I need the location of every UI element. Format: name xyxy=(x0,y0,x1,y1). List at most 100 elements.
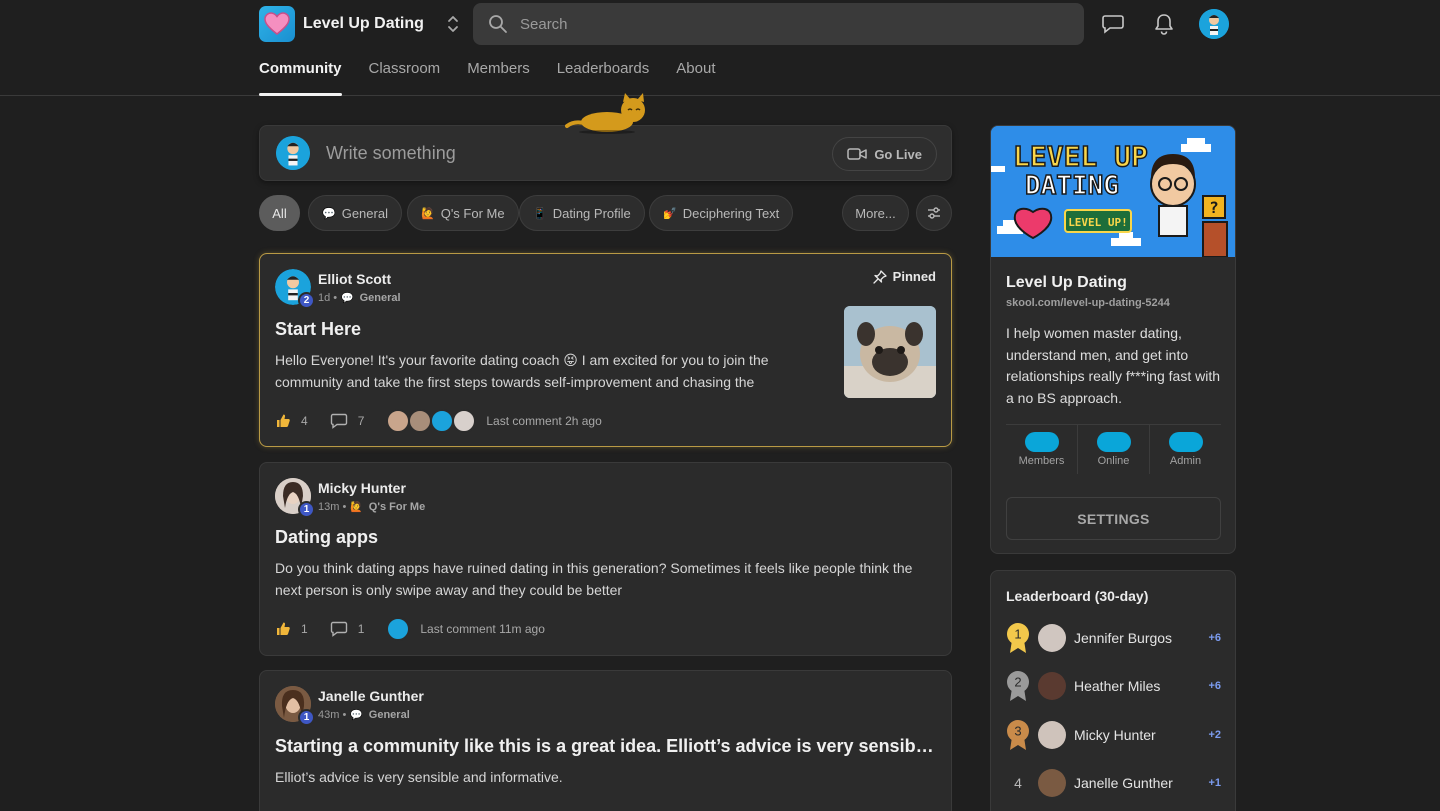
composer-placeholder[interactable]: Write something xyxy=(326,143,456,164)
stat-label: Online xyxy=(1097,455,1130,467)
author-name[interactable]: Micky Hunter xyxy=(318,480,406,496)
post-category[interactable]: Q's For Me xyxy=(369,501,425,513)
comment-count: 7 xyxy=(357,414,365,428)
switch-community-icon[interactable] xyxy=(446,13,460,35)
chat-button[interactable] xyxy=(1101,12,1125,36)
banner-badge-text: LEVEL UP! xyxy=(1068,216,1128,229)
post-time: 1d xyxy=(318,292,331,304)
post-category[interactable]: General xyxy=(360,292,401,304)
commenter-avatar[interactable] xyxy=(408,409,433,433)
brand[interactable]: Level Up Dating xyxy=(259,6,460,42)
composer-avatar xyxy=(276,136,310,170)
nail-polish-icon: 💅 xyxy=(663,207,677,220)
comment-icon xyxy=(330,413,347,429)
tab-community[interactable]: Community xyxy=(259,60,342,96)
leaderboard-title[interactable]: Leaderboard (30-day) xyxy=(1006,588,1148,604)
speech-bubble-icon: 💬 xyxy=(350,709,363,721)
separator: • xyxy=(330,292,338,304)
leaderboard-row[interactable]: 2 Heather Miles +6 xyxy=(1006,670,1221,702)
group-name[interactable]: Level Up Dating xyxy=(1006,274,1127,292)
search-input[interactable] xyxy=(520,15,1020,33)
filter-all[interactable]: All xyxy=(259,195,300,231)
commenter-avatar[interactable] xyxy=(430,409,455,433)
pin-icon xyxy=(873,269,887,284)
post-card[interactable]: 2 Elliot Scott 1d • 💬 General Pinned Sta… xyxy=(259,253,952,447)
leaderboard-card: Leaderboard (30-day) 1 Jennifer Burgos +… xyxy=(990,570,1236,811)
speech-bubble-icon: 💬 xyxy=(341,292,354,304)
tab-leaderboards[interactable]: Leaderboards xyxy=(557,60,650,96)
stat-members[interactable]: Members xyxy=(1006,425,1077,474)
filter-qs-for-me[interactable]: 🙋 Q's For Me xyxy=(407,195,519,231)
post-body[interactable]: Hello Everyone! It's your favorite datin… xyxy=(275,349,815,393)
leaderboard-row[interactable]: 1 Jennifer Burgos +6 xyxy=(1006,622,1221,654)
level-badge: 1 xyxy=(298,709,315,726)
stat-admin[interactable]: Admin xyxy=(1149,425,1221,474)
leaderboard-row[interactable]: 4 Janelle Gunther +1 xyxy=(1006,767,1221,799)
level-badge: 2 xyxy=(298,292,315,309)
filter-more[interactable]: More... xyxy=(842,195,909,231)
filter-deciphering-text[interactable]: 💅 Deciphering Text xyxy=(649,195,794,231)
tab-classroom[interactable]: Classroom xyxy=(369,60,441,96)
post-card[interactable]: 1 Micky Hunter 13m • 🙋 Q's For Me Dating… xyxy=(259,462,952,656)
banner-title-line-1: LEVEL UP xyxy=(1013,140,1148,173)
avatar-image xyxy=(1199,9,1229,39)
search-icon xyxy=(489,15,507,33)
post-title[interactable]: Dating apps xyxy=(275,527,378,548)
tab-members[interactable]: Members xyxy=(467,60,530,96)
leaderboard-row[interactable]: 3 Micky Hunter +2 xyxy=(1006,719,1221,751)
post-card[interactable]: 1 Janelle Gunther 43m • 💬 General Starti… xyxy=(259,670,952,811)
leaderboard-name: Heather Miles xyxy=(1074,678,1161,694)
leaderboard-rank: 1 xyxy=(1014,627,1021,642)
post-title[interactable]: Starting a community like this is a grea… xyxy=(275,736,935,757)
stat-value-redacted xyxy=(1096,432,1131,452)
post-meta: 43m • 💬 General xyxy=(318,709,410,721)
leaderboard-name: Jennifer Burgos xyxy=(1074,630,1173,646)
phone-icon: 📱 xyxy=(533,207,547,220)
notifications-button[interactable] xyxy=(1152,12,1176,36)
group-stats: Members Online Admin xyxy=(1006,424,1221,474)
stat-online[interactable]: Online xyxy=(1077,425,1149,474)
group-url[interactable]: skool.com/level-up-dating-5244 xyxy=(1006,297,1170,309)
filter-general[interactable]: 💬 General xyxy=(308,195,402,231)
filter-dating-profile[interactable]: 📱 Dating Profile xyxy=(519,195,645,231)
comments-button[interactable] xyxy=(330,413,348,429)
settings-button[interactable]: SETTINGS xyxy=(1006,497,1221,540)
stat-value-redacted xyxy=(1024,432,1059,452)
like-button[interactable] xyxy=(275,413,291,429)
commenter-avatar[interactable] xyxy=(452,409,477,433)
post-body[interactable]: Do you think dating apps have ruined dat… xyxy=(275,557,940,601)
gold-medal-icon: 1 xyxy=(1007,623,1029,653)
search-bar[interactable] xyxy=(473,3,1084,45)
brand-logo[interactable] xyxy=(259,6,295,42)
heart-icon xyxy=(264,12,290,35)
post-body[interactable]: Elliot’s advice is very sensible and inf… xyxy=(275,766,940,788)
stat-value-redacted xyxy=(1168,432,1203,452)
group-description: I help women master dating, understand m… xyxy=(1006,325,1220,406)
author-name[interactable]: Elliot Scott xyxy=(318,271,391,287)
author-name[interactable]: Janelle Gunther xyxy=(318,688,424,704)
stat-label: Members xyxy=(1018,455,1065,467)
raised-hand-icon: 🙋 xyxy=(350,501,363,513)
like-button[interactable] xyxy=(275,621,291,637)
comments-button[interactable] xyxy=(330,621,348,637)
post-time: 43m xyxy=(318,709,340,721)
thumbs-up-icon xyxy=(277,414,290,427)
commenter-avatar[interactable] xyxy=(386,617,411,641)
go-live-button[interactable]: Go Live xyxy=(832,137,937,171)
post-category[interactable]: General xyxy=(369,709,410,721)
tab-about[interactable]: About xyxy=(676,60,715,96)
brand-name[interactable]: Level Up Dating xyxy=(303,15,424,33)
user-avatar[interactable] xyxy=(1199,9,1229,39)
like-count: 4 xyxy=(301,414,308,428)
filter-settings-button[interactable] xyxy=(916,195,952,231)
thumbs-up-icon xyxy=(277,622,290,635)
post-thumbnail[interactable] xyxy=(844,306,936,398)
post-footer: 4 7 Last comment 2h ago xyxy=(275,409,602,433)
bronze-medal-icon: 3 xyxy=(1007,720,1029,750)
pinned-label: Pinned xyxy=(892,269,936,284)
post-title[interactable]: Start Here xyxy=(275,319,361,340)
commenter-avatar[interactable] xyxy=(386,409,411,433)
leaderboard-rank: 3 xyxy=(1014,724,1021,739)
post-meta: 13m • 🙋 Q's For Me xyxy=(318,501,425,513)
speech-bubble-icon: 💬 xyxy=(322,207,336,220)
